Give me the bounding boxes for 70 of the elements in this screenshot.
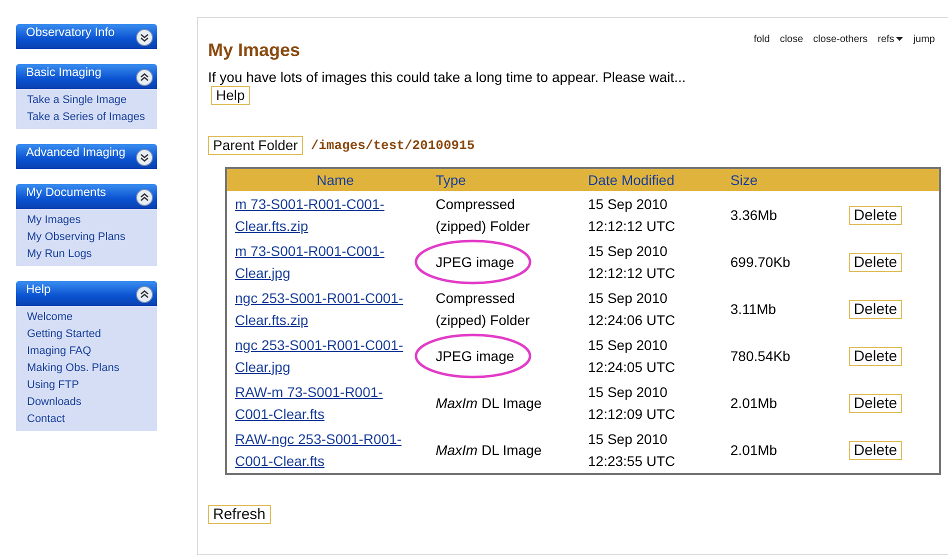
action-link[interactable]: fold (754, 34, 770, 45)
section-title[interactable]: Help (26, 282, 51, 296)
section-header[interactable]: Basic Imaging (16, 64, 157, 89)
type-cell-text: Compressed (zipped) Folder (436, 194, 531, 236)
sidebar-link[interactable]: Imaging FAQ (27, 345, 157, 357)
chevron-icon[interactable] (136, 189, 153, 206)
sidebar-link[interactable]: Take a Single Image (27, 94, 157, 106)
delete-button[interactable]: Delete (848, 394, 902, 412)
size-cell: 3.11Mb (730, 300, 776, 316)
date-cell: 15 Sep 2010 12:12:09 UTC (588, 384, 676, 422)
size-cell: 699.70Kb (730, 254, 790, 270)
sidebar-link[interactable]: Take a Series of Images (27, 111, 157, 123)
page-title: My Images (208, 40, 300, 61)
section-header[interactable]: Help (16, 281, 157, 306)
column-header[interactable]: Name (226, 168, 436, 191)
date-cell: 15 Sep 2010 12:24:05 UTC (588, 336, 676, 374)
date-cell: 15 Sep 2010 12:23:55 UTC (588, 430, 676, 468)
refresh-button[interactable]: Refresh (208, 505, 271, 524)
chevron-icon[interactable] (136, 29, 153, 46)
notice-text: If you have lots of images this could take a long time to appear. Please wait... (208, 69, 686, 85)
section-header[interactable]: My Documents (16, 184, 157, 209)
sidebar-link[interactable]: Getting Started (27, 328, 157, 340)
column-header[interactable]: Date Modified (588, 168, 730, 191)
column-header[interactable]: Size (730, 168, 849, 191)
action-link[interactable]: close-others (813, 34, 868, 45)
file-link[interactable]: ngc 253-S001-R001-C001-Clear.jpg (235, 334, 420, 378)
help-button[interactable]: Help (211, 86, 250, 105)
sidebar-link[interactable]: Welcome (27, 311, 157, 323)
date-cell: 15 Sep 2010 12:12:12 UTC (588, 196, 676, 234)
sidebar-link[interactable]: Making Obs. Plans (27, 362, 157, 374)
size-cell: 2.01Mb (730, 442, 778, 458)
folder-path: /images/test/20100915 (310, 138, 475, 153)
type-cell-text: MaxIm DL Image (436, 394, 542, 413)
sidebar-link[interactable]: Using FTP (27, 379, 157, 391)
sidebar-link[interactable]: Downloads (27, 396, 157, 408)
caret-icon (896, 37, 904, 42)
sidebar-link[interactable]: My Run Logs (27, 248, 157, 260)
delete-button[interactable]: Delete (848, 206, 902, 224)
section-header[interactable]: Advanced Imaging (16, 144, 157, 169)
action-link[interactable]: refs (878, 34, 904, 45)
type-cell-text: MaxIm DL Image (436, 440, 542, 460)
sidebar-link[interactable]: My Images (27, 214, 157, 226)
section-title[interactable]: Basic Imaging (26, 65, 102, 79)
type-cell-text: JPEG image (436, 346, 514, 366)
sidebar-link[interactable]: My Observing Plans (27, 231, 157, 243)
file-link[interactable]: RAW-ngc 253-S001-R001-C001-Clear.fts (235, 428, 420, 472)
chevron-icon[interactable] (136, 149, 153, 166)
section-title[interactable]: Observatory Info (26, 25, 115, 39)
delete-button[interactable]: Delete (848, 300, 902, 318)
date-cell: 15 Sep 2010 12:24:06 UTC (588, 290, 676, 328)
section-header[interactable]: Observatory Info (16, 24, 157, 49)
section-title[interactable]: Advanced Imaging (26, 145, 126, 159)
size-cell: 2.01Mb (730, 394, 778, 410)
action-link[interactable]: close (780, 34, 804, 45)
section-title[interactable]: My Documents (26, 185, 106, 199)
delete-button[interactable]: Delete (848, 440, 902, 460)
chevron-icon[interactable] (136, 286, 153, 303)
file-link[interactable]: RAW-m 73-S001-R001-C001-Clear.fts (235, 380, 420, 424)
parent-folder-button[interactable]: Parent Folder (208, 136, 303, 155)
action-link[interactable]: jump (913, 34, 935, 45)
date-cell: 15 Sep 2010 12:12:12 UTC (588, 242, 676, 280)
chevron-icon[interactable] (136, 69, 153, 86)
type-cell-text: JPEG image (436, 252, 514, 272)
column-header[interactable]: Type (436, 168, 588, 191)
sidebar-link[interactable]: Contact (27, 413, 157, 425)
size-cell: 3.36Mb (730, 206, 778, 222)
size-cell: 780.54Kb (730, 348, 790, 364)
type-cell-text: Compressed (zipped) Folder (436, 288, 531, 330)
delete-button[interactable]: Delete (848, 346, 902, 366)
delete-button[interactable]: Delete (848, 252, 902, 272)
